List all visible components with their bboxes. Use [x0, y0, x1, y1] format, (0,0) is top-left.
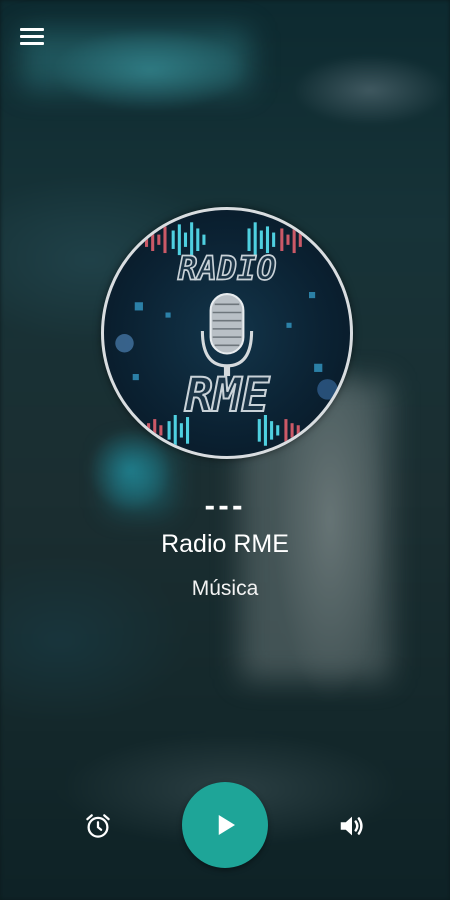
play-icon	[218, 815, 235, 835]
radio-logo: RADIO RME	[115, 222, 338, 446]
play-button[interactable]	[182, 782, 268, 868]
station-genre: Música	[191, 577, 259, 600]
alarm-clock-icon[interactable]	[80, 808, 116, 844]
microphone-icon	[200, 293, 254, 377]
background-blur-shape	[20, 30, 250, 90]
station-artwork: RADIO RME	[101, 207, 353, 459]
volume-icon[interactable]	[334, 808, 370, 844]
logo-text-top: RADIO	[178, 250, 277, 288]
hamburger-menu-icon[interactable]	[20, 22, 52, 50]
now-playing-text: ---	[204, 492, 246, 522]
station-name: Radio RME	[161, 530, 289, 558]
logo-text-bottom: RME	[184, 368, 270, 423]
